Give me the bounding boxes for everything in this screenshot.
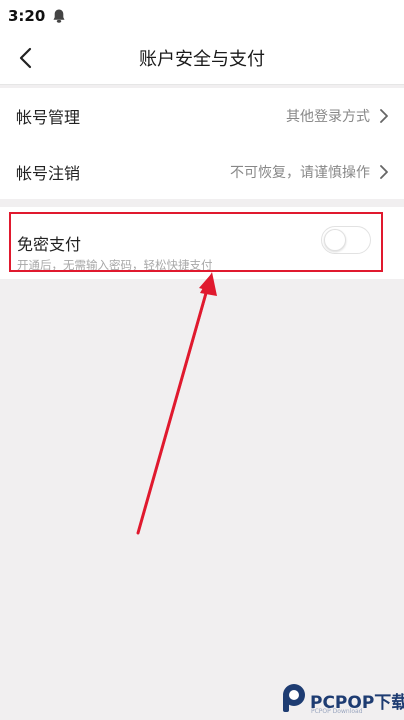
notification-icon [53,9,65,23]
chevron-right-icon [380,165,388,179]
account-cancellation-row[interactable]: 帐号注销 不可恢复，请谨慎操作 [0,144,404,200]
toggle-knob [324,228,346,251]
nav-bar: 账户安全与支付 [0,32,404,84]
pcpop-logo-icon [283,684,305,712]
row-label: 帐号注销 [16,164,81,183]
back-arrow-icon [19,47,32,69]
status-bar: 3:20 [0,0,404,32]
watermark: PCPOP下载 PCPOP Download [280,682,404,720]
account-management-row[interactable]: 帐号管理 其他登录方式 [0,88,404,144]
page-title: 账户安全与支付 [139,49,265,70]
chevron-right-icon [380,109,388,123]
watermark-sub: PCPOP Download [311,708,363,715]
password-free-payment-toggle[interactable] [321,226,371,254]
row-value: 不可恢复，请谨慎操作 [230,165,370,181]
row-value: 其他登录方式 [286,109,370,125]
payment-subtitle: 开通后，无需输入密码，轻松快捷支付 [17,258,213,272]
row-label: 帐号管理 [16,108,81,127]
status-time: 3:20 [8,7,46,25]
back-button[interactable] [10,42,40,74]
section-gap [0,199,404,207]
header-divider [0,84,404,85]
payment-title: 免密支付 [17,235,82,254]
